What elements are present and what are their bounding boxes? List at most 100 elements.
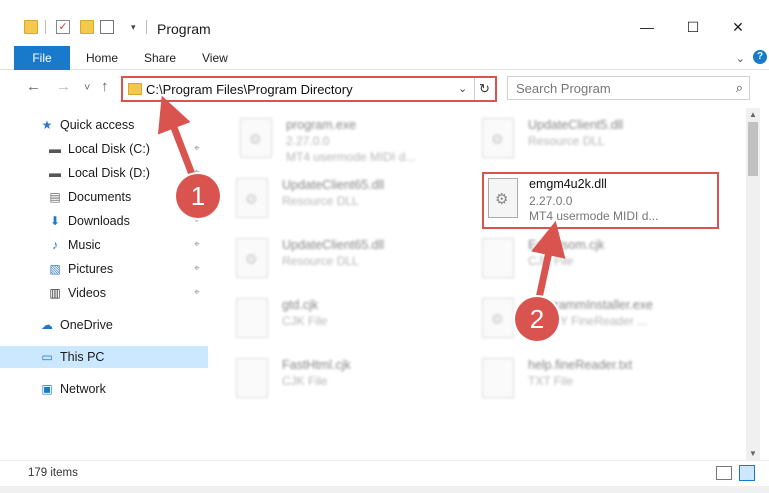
file-name: Ecosysom.cjk [528, 238, 605, 252]
address-bar[interactable]: C:\Program Files\Program Directory ⌄ ↻ [121, 76, 497, 102]
up-arrow-icon[interactable]: ↑ [101, 78, 109, 95]
window-bottom-edge [0, 486, 769, 493]
videos-icon: ▥ [49, 286, 61, 300]
sidebar-item[interactable]: ▧ Pictures ⌖ [0, 258, 208, 280]
sidebar-item-label: Local Disk (D:) [68, 166, 150, 180]
vertical-scrollbar[interactable]: ▲ ▼ [746, 108, 760, 460]
file-icon [482, 358, 514, 398]
sidebar-item[interactable]: ▭ This PC [0, 346, 208, 368]
sidebar-item[interactable]: ⬇ Downloads ⌖ [0, 210, 208, 232]
file-type: Resource DLL [282, 254, 359, 268]
file-version: 2.27.0.0 [529, 194, 573, 208]
toolbar-separator [45, 20, 46, 34]
sidebar-item[interactable]: ☁ OneDrive [0, 314, 208, 336]
status-bar: 179 items [0, 460, 769, 486]
file-name: emgm4u2k.dll [529, 177, 607, 191]
file-name: help.fineReader.txt [528, 358, 633, 372]
sidebar-item[interactable]: ▬ Local Disk (C:) ⌖ [0, 138, 208, 160]
pictures-icon: ▧ [49, 262, 61, 276]
file-description: MT4 usermode MIDI d... [286, 150, 416, 164]
disk-icon: ▬ [49, 142, 61, 156]
sidebar-item-label: Local Disk (C:) [68, 142, 150, 156]
sidebar-item[interactable]: ★ Quick access [0, 114, 208, 136]
file-type: Resource DLL [528, 134, 605, 148]
cloud-icon: ☁ [41, 318, 53, 332]
details-view-icon[interactable] [716, 466, 732, 480]
expand-ribbon-chevron-icon[interactable]: ⌄ [736, 52, 745, 65]
properties-icon[interactable]: ✓ [56, 20, 70, 34]
file-icon [482, 118, 514, 158]
highlighted-file-item[interactable]: emgm4u2k.dll 2.27.0.0 MT4 usermode MIDI … [482, 172, 719, 229]
tab-view[interactable]: View [202, 46, 228, 70]
file-icon [236, 178, 268, 218]
file-item[interactable]: UpdateClient5.dll Resource DLL [482, 114, 722, 168]
pin-icon[interactable]: ⌖ [194, 263, 200, 274]
help-icon[interactable]: ? [753, 50, 767, 64]
sidebar-item[interactable]: ▬ Local Disk (D:) ⌖ [0, 162, 208, 184]
file-item[interactable]: gtd.cjk CJK File [236, 294, 476, 348]
search-box[interactable]: Search Program ⌕ [507, 76, 750, 100]
maximize-button[interactable]: ☐ [673, 14, 713, 40]
file-description: MT4 usermode MIDI d... [529, 209, 659, 223]
forward-arrow-icon[interactable]: → [56, 78, 71, 95]
new-folder-icon[interactable] [80, 20, 94, 34]
file-type: CJK File [282, 374, 328, 388]
music-icon: ♪ [52, 238, 58, 252]
file-name: program.exe [286, 118, 357, 132]
step-1-badge: 1 [176, 174, 220, 218]
pin-icon[interactable]: ⌖ [194, 143, 200, 154]
refresh-button[interactable]: ↻ [474, 78, 494, 100]
sidebar-item-label: OneDrive [60, 318, 113, 332]
ribbon: File Home Share View ⌄ ? [0, 44, 769, 70]
computer-icon: ▭ [41, 350, 53, 364]
file-icon [236, 358, 268, 398]
documents-icon: ▤ [49, 190, 61, 204]
file-item[interactable]: FastHtml.cjk CJK File [236, 354, 476, 408]
file-item[interactable]: UpdateClient65.dll Resource DLL [236, 174, 476, 228]
customize-toolbar-chevron-icon[interactable]: ▾ [131, 22, 136, 33]
file-type: TXT File [528, 374, 574, 388]
search-input[interactable]: Search Program [516, 81, 611, 96]
file-name: UpdateClient65.dll [282, 178, 385, 192]
large-icons-view-icon[interactable] [739, 465, 755, 481]
address-dropdown-icon[interactable]: ⌄ [458, 82, 467, 95]
file-type: CJK File [282, 314, 328, 328]
title-bar: ✓ ▾ Program — ☐ ✕ [0, 0, 769, 40]
recent-locations-chevron-icon[interactable]: ˅ [84, 82, 90, 94]
file-item[interactable]: help.fineReader.txt TXT File [482, 354, 722, 408]
file-item[interactable]: UpdateClient65.dll Resource DLL [236, 234, 476, 288]
back-arrow-icon[interactable]: ← [26, 78, 41, 95]
sidebar-item-label: Documents [68, 190, 132, 204]
navigation-pane: ★ Quick access ▬ Local Disk (C:) ⌖ ▬ Local Dis… [0, 108, 210, 460]
pin-icon[interactable]: ⌖ [194, 287, 200, 298]
file-name: FastHtml.cjk [282, 358, 351, 372]
tab-home[interactable]: Home [86, 46, 118, 70]
sidebar-item-label: Music [68, 238, 101, 252]
item-count: 179 items [28, 467, 78, 479]
toolbar-separator [146, 20, 147, 34]
close-button[interactable]: ✕ [718, 14, 758, 40]
sidebar-item[interactable]: ▣ Network [0, 378, 208, 400]
folder-icon [24, 20, 38, 34]
address-path[interactable]: C:\Program Files\Program Directory [146, 82, 353, 97]
scrollbar-thumb[interactable] [748, 122, 758, 176]
sidebar-item[interactable]: ▥ Videos ⌖ [0, 282, 208, 304]
search-icon[interactable]: ⌕ [736, 80, 743, 96]
view-options-icon[interactable] [100, 20, 114, 34]
file-icon [482, 298, 514, 338]
tab-file[interactable]: File [14, 46, 70, 70]
file-name: UpdateClient5.dll [528, 118, 624, 132]
window-title: Program [157, 21, 211, 37]
download-icon: ⬇ [49, 214, 61, 228]
sidebar-item[interactable]: ♪ Music ⌖ [0, 234, 208, 256]
dll-file-icon [488, 178, 518, 218]
scroll-down-icon[interactable]: ▼ [749, 449, 757, 458]
minimize-button[interactable]: — [627, 14, 667, 40]
sidebar-item-label: Videos [68, 286, 106, 300]
pin-icon[interactable]: ⌖ [194, 239, 200, 250]
file-item[interactable]: Ecosysom.cjk CJK File [482, 234, 722, 288]
tab-share[interactable]: Share [144, 46, 176, 70]
file-icon [482, 238, 514, 278]
file-item[interactable]: program.exe 2.27.0.0 MT4 usermode MIDI d..… [240, 114, 480, 168]
scroll-up-icon[interactable]: ▲ [749, 110, 757, 119]
